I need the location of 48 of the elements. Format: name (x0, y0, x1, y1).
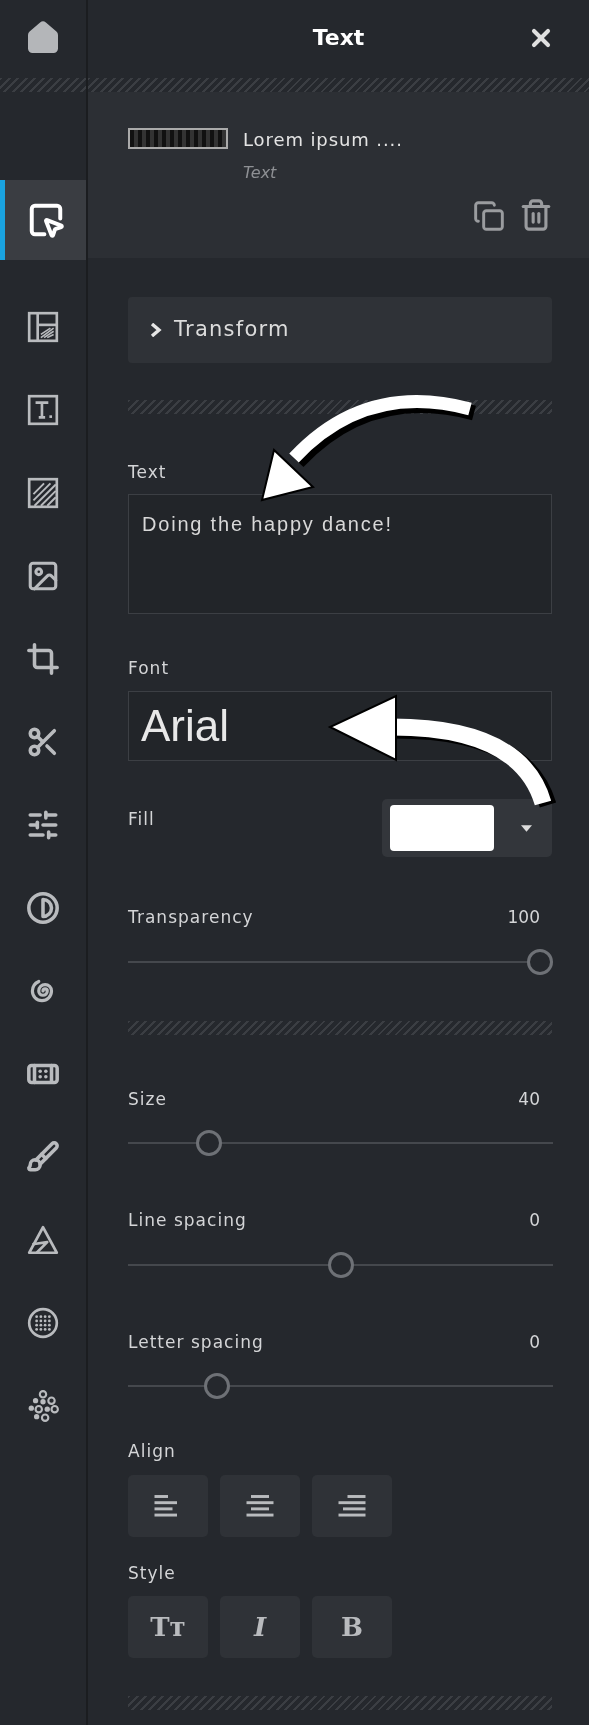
panel-title: Text (312, 24, 365, 52)
slider-thumb[interactable] (195, 1130, 222, 1156)
caret-icon (521, 824, 532, 832)
field-label: Fill (128, 808, 155, 831)
chevron-right-icon (150, 323, 162, 337)
contrast-icon (26, 890, 60, 925)
slider[interactable] (128, 1130, 553, 1156)
slider[interactable] (128, 948, 553, 975)
style-button[interactable]: Tт (128, 1596, 208, 1658)
trash-icon[interactable] (519, 198, 553, 232)
duplicate-icon[interactable] (473, 200, 505, 232)
slider-thumb[interactable] (203, 1373, 230, 1399)
slider-label: Transparency (128, 906, 254, 929)
layer-type: Text (243, 162, 278, 184)
field-label: Font (128, 656, 171, 680)
slider-thumb[interactable] (327, 1251, 354, 1278)
slider-value: 0 (529, 1330, 540, 1354)
layer-name: Lorem ipsum .... (243, 128, 403, 152)
text-box-icon (26, 392, 60, 427)
slider[interactable] (128, 1251, 553, 1278)
field-label: Text (128, 461, 168, 484)
slider-thumb[interactable] (527, 948, 553, 975)
slider-value: 0 (529, 1209, 540, 1232)
layer-item[interactable]: Lorem ipsum .... Text (88, 92, 589, 258)
dot-cluster-icon (26, 1388, 60, 1423)
align-button[interactable] (128, 1474, 208, 1537)
grid-circle-icon (26, 1305, 60, 1340)
brush-icon (26, 1139, 60, 1174)
section-label: Style (128, 1561, 177, 1585)
section-label: Align (128, 1440, 177, 1463)
slider-label: Letter spacing (128, 1330, 264, 1354)
slider-value: 40 (518, 1087, 540, 1111)
align-button[interactable] (312, 1474, 392, 1537)
style-button[interactable]: I (220, 1596, 300, 1658)
transform-section[interactable]: Transform (128, 297, 552, 363)
text-input-field[interactable]: Doing the happy dance! (128, 493, 552, 614)
slider[interactable] (128, 1373, 553, 1399)
hatched-square-icon (26, 475, 60, 510)
home-icon[interactable] (25, 19, 61, 56)
fill-color-picker[interactable] (382, 799, 552, 857)
crop-icon (26, 641, 60, 676)
style-button[interactable]: B (312, 1596, 392, 1658)
slider-label: Line spacing (128, 1209, 247, 1232)
tool-button[interactable] (0, 180, 86, 260)
layout-icon (26, 309, 60, 344)
slider-label: Size (128, 1087, 167, 1111)
align-button[interactable] (220, 1474, 300, 1537)
slider-value: 100 (507, 906, 540, 929)
